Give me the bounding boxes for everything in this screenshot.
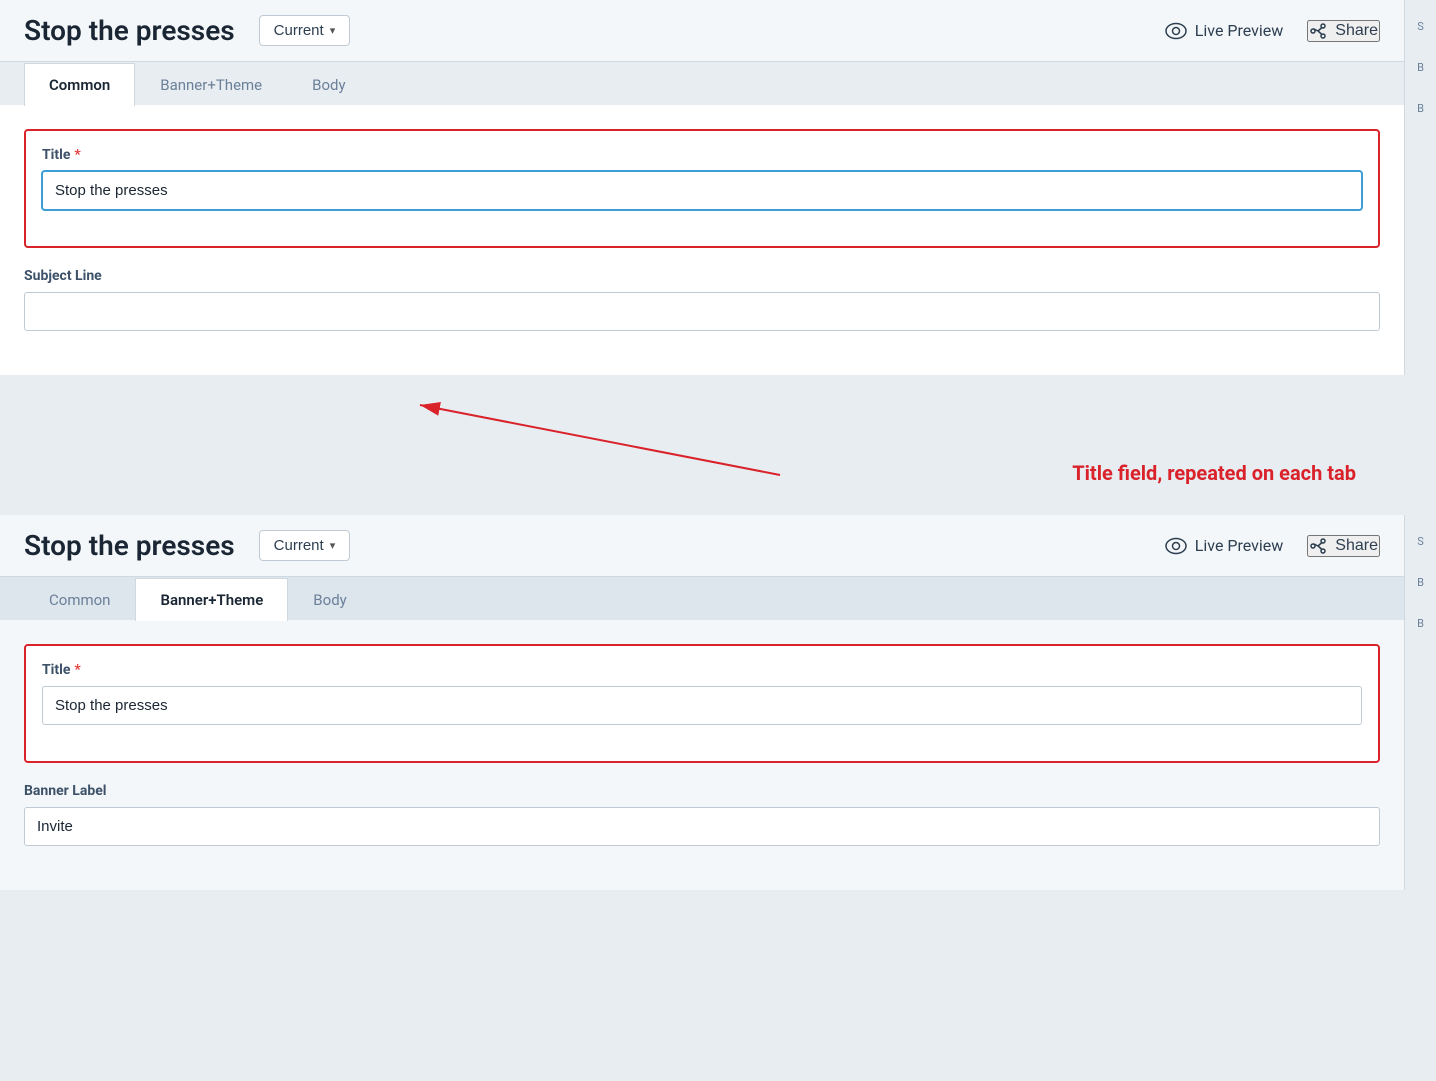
annotation-arrow-svg [0,375,1436,515]
sidebar-char-b1-top: B [1409,61,1432,74]
subject-line-field-group-top: Subject Line [24,268,1380,331]
tabs-bar-bottom: Common Banner+Theme Body [0,577,1404,620]
version-dropdown-top[interactable]: Current ▾ [259,15,351,46]
share-icon-top [1309,22,1327,40]
title-field-group-bottom: Title * [42,662,1362,725]
sidebar-char-s-bottom: S [1409,535,1432,548]
panel-main-top: Stop the presses Current ▾ Live Preview [0,0,1404,375]
annotation-area: Title field, repeated on each tab [0,375,1436,515]
subject-line-label-top: Subject Line [24,268,1380,284]
title-required-star-top: * [74,147,80,163]
panel-main-bottom: Stop the presses Current ▾ Live Preview [0,515,1404,890]
version-label-top: Current [274,22,324,39]
eye-icon-top [1165,20,1187,42]
tab-body-top[interactable]: Body [287,63,370,106]
live-preview-label-bottom: Live Preview [1195,536,1284,555]
header-right-top: Live Preview Share [1165,20,1380,42]
chevron-down-icon-bottom: ▾ [330,539,336,552]
share-label-bottom: Share [1335,537,1378,555]
header-right-bottom: Live Preview Share [1165,535,1380,557]
live-preview-button-top[interactable]: Live Preview [1165,20,1284,42]
live-preview-label-top: Live Preview [1195,21,1284,40]
share-button-top[interactable]: Share [1307,20,1380,42]
header-top: Stop the presses Current ▾ Live Preview [0,0,1404,62]
tab-common-bottom[interactable]: Common [24,578,135,621]
title-field-highlight-bottom: Title * [24,644,1380,763]
title-label-top: Title * [42,147,1362,163]
content-area-bottom: Title * Banner Label [0,620,1404,890]
header-bottom: Stop the presses Current ▾ Live Preview [0,515,1404,577]
sidebar-char-b2-bottom: B [1409,617,1432,630]
content-area-top: Title * Subject Line [0,105,1404,375]
full-page: Stop the presses Current ▾ Live Preview [0,0,1436,890]
title-label-bottom: Title * [42,662,1362,678]
tab-banner-theme-bottom[interactable]: Banner+Theme [135,578,288,621]
share-button-bottom[interactable]: Share [1307,535,1380,557]
sidebar-char-b1-bottom: B [1409,576,1432,589]
second-panel: Stop the presses Current ▾ Live Preview [0,515,1436,890]
page-title-bottom: Stop the presses [24,529,235,562]
banner-label-input[interactable] [24,807,1380,846]
panel-sidebar-bottom: S B B [1404,515,1436,890]
page-title-top: Stop the presses [24,14,235,47]
title-field-highlight-top: Title * [24,129,1380,248]
chevron-down-icon-top: ▾ [330,24,336,37]
share-icon-bottom [1309,537,1327,555]
subject-line-input-top[interactable] [24,292,1380,331]
title-field-group-top: Title * [42,147,1362,210]
eye-icon-bottom [1165,535,1187,557]
tab-banner-theme-top[interactable]: Banner+Theme [135,63,287,106]
tab-common-top[interactable]: Common [24,63,135,106]
title-input-bottom[interactable] [42,686,1362,725]
annotation-text: Title field, repeated on each tab [1072,461,1356,485]
sidebar-char-s-top: S [1409,20,1432,33]
panel-sidebar-top: S B B [1404,0,1436,375]
tabs-bar-top: Common Banner+Theme Body [0,62,1404,105]
version-dropdown-bottom[interactable]: Current ▾ [259,530,351,561]
sidebar-char-b2-top: B [1409,102,1432,115]
tab-body-bottom[interactable]: Body [288,578,371,621]
title-required-star-bottom: * [74,662,80,678]
banner-label-field-group: Banner Label [24,783,1380,846]
first-panel: Stop the presses Current ▾ Live Preview [0,0,1436,375]
live-preview-button-bottom[interactable]: Live Preview [1165,535,1284,557]
title-input-top[interactable] [42,171,1362,210]
share-label-top: Share [1335,22,1378,40]
banner-label-label: Banner Label [24,783,1380,799]
version-label-bottom: Current [274,537,324,554]
